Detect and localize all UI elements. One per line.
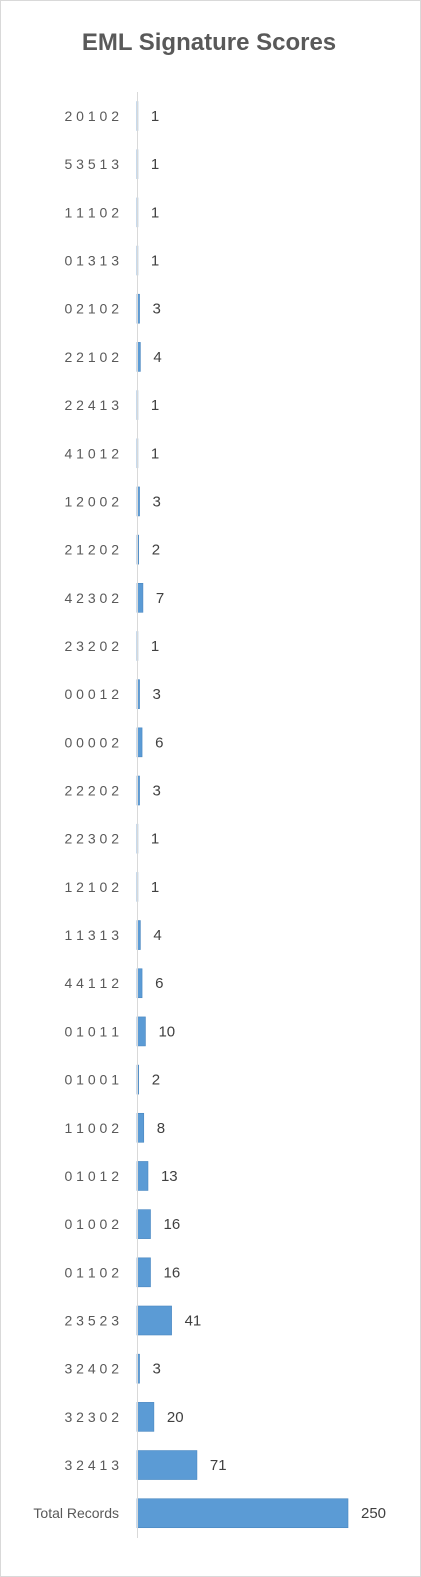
- category-label: 0 1 0 0 2: [65, 1216, 120, 1232]
- data-label: 71: [210, 1457, 227, 1474]
- category-label: 4 2 3 0 2: [65, 590, 120, 606]
- data-label: 3: [153, 301, 161, 318]
- bar: [136, 1016, 146, 1047]
- category-label: 2 2 1 0 2: [65, 349, 120, 365]
- category-label: 2 1 2 0 2: [65, 542, 120, 558]
- category-label: 1 1 0 0 2: [65, 1120, 120, 1136]
- category-label: 0 1 0 1 2: [65, 1168, 120, 1184]
- data-label: 16: [164, 1216, 181, 1233]
- data-label: 41: [185, 1313, 202, 1330]
- data-label: 3: [153, 686, 161, 703]
- bar: [136, 1161, 149, 1191]
- data-label: 13: [161, 1168, 178, 1185]
- data-label: 6: [155, 734, 163, 751]
- category-label: 0 1 3 1 3: [65, 253, 120, 269]
- data-label: 1: [151, 204, 159, 221]
- data-label: 1: [151, 879, 159, 896]
- category-label: 2 2 3 0 2: [65, 831, 120, 847]
- data-label: 250: [361, 1505, 386, 1522]
- data-label: 2: [152, 1072, 160, 1089]
- bar: [136, 1112, 145, 1143]
- category-label: 3 2 3 0 2: [65, 1409, 120, 1425]
- data-label: 20: [167, 1409, 184, 1426]
- data-label: 1: [151, 108, 159, 125]
- category-label: 2 2 4 1 3: [65, 397, 120, 413]
- category-label: 0 0 0 0 2: [65, 734, 120, 750]
- data-label: 4: [153, 927, 161, 944]
- data-label: 3: [153, 1361, 161, 1378]
- category-label: 0 2 1 0 2: [65, 301, 120, 317]
- data-label: 1: [151, 831, 159, 848]
- category-label: Total Records: [33, 1505, 119, 1521]
- data-label: 3: [153, 783, 161, 800]
- category-label: 0 1 0 0 1: [65, 1072, 120, 1088]
- bar: [136, 1305, 172, 1336]
- category-label: 5 3 5 1 3: [65, 156, 120, 172]
- chart-title: EML Signature Scores: [82, 29, 336, 56]
- data-label: 8: [157, 1120, 165, 1137]
- data-label: 10: [158, 1023, 175, 1040]
- bar: [136, 1450, 198, 1480]
- data-label: 1: [151, 253, 159, 270]
- category-label: 0 1 0 1 1: [65, 1023, 120, 1039]
- category-label: 1 1 3 1 3: [65, 927, 120, 943]
- data-label: 2: [152, 542, 160, 559]
- category-label: 3 2 4 1 3: [65, 1457, 120, 1473]
- data-label: 1: [151, 156, 159, 173]
- bar: [136, 1498, 349, 1529]
- data-label: 1: [151, 397, 159, 414]
- category-label: 2 3 5 2 3: [65, 1313, 120, 1329]
- data-label: 6: [155, 975, 163, 992]
- category-label: 0 1 1 0 2: [65, 1264, 120, 1280]
- category-label: 0 0 0 1 2: [65, 686, 120, 702]
- data-label: 16: [164, 1264, 181, 1281]
- category-label: 1 2 0 0 2: [65, 493, 120, 509]
- data-label: 4: [153, 349, 161, 366]
- category-label: 4 4 1 1 2: [65, 975, 120, 991]
- bar-chart: EML Signature Scores 2 0 1 0 2 1 5 3 5 1 3…: [33, 29, 386, 1538]
- data-label: 1: [151, 445, 159, 462]
- data-label: 3: [153, 493, 161, 510]
- bars-group: 2 0 1 0 2 15 3 5 1 3 11 1 1 0 2 10 1 3 1 31…: [33, 101, 386, 1529]
- category-label: 2 3 2 0 2: [65, 638, 120, 654]
- category-label: 2 2 2 0 2: [65, 783, 120, 799]
- data-label: 7: [156, 590, 164, 607]
- category-label: 1 2 1 0 2: [65, 879, 120, 895]
- category-label: 4 1 0 1 2: [65, 445, 120, 461]
- bar: [136, 1402, 155, 1432]
- data-label: 1: [151, 638, 159, 655]
- category-label: 3 2 4 0 2: [65, 1361, 120, 1377]
- bar: [136, 1257, 151, 1288]
- bar: [136, 1209, 151, 1239]
- category-label: 1 1 1 0 2: [65, 204, 120, 220]
- category-label: 2 0 1 0 2: [65, 108, 120, 124]
